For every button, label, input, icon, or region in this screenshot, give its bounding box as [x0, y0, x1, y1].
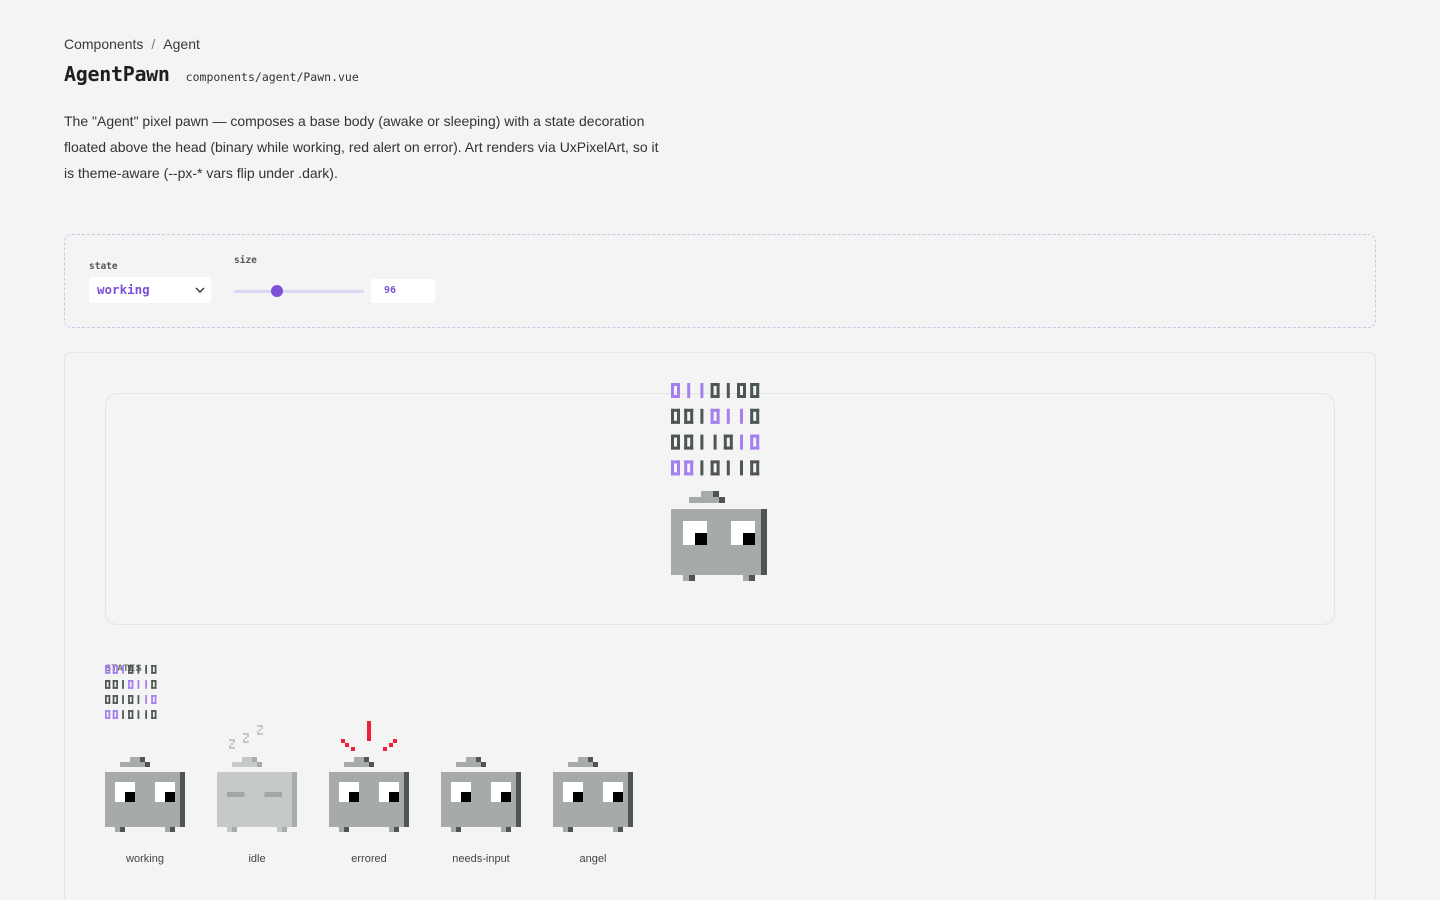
showcase-panel: STATES working idle errored needs-input … [64, 352, 1376, 900]
breadcrumb-item-components[interactable]: Components [64, 36, 143, 52]
breadcrumb-separator: / [151, 36, 156, 52]
pawn-idle [217, 723, 301, 853]
pawn-angel [553, 755, 637, 845]
state-caption-errored: errored [351, 853, 387, 865]
size-slider-thumb[interactable] [270, 285, 283, 297]
page-description: The "Agent" pixel pawn — composes a base… [64, 113, 659, 181]
preview-pawn [671, 383, 771, 593]
size-slider[interactable] [234, 285, 364, 297]
state-caption-working: working [126, 853, 164, 865]
pawn-working [105, 663, 189, 853]
state-caption-angel: angel [579, 853, 607, 865]
controls-panel: state working size 96 [64, 234, 1376, 328]
pawn-errored [329, 721, 413, 851]
title-row: AgentPawn components/agent/Pawn.vue [64, 62, 359, 86]
state-caption-needs-input: needs-input [452, 853, 510, 865]
state-select-value: working [97, 282, 150, 297]
pawn-needs-input [441, 755, 525, 845]
state-select[interactable]: working [89, 277, 211, 303]
size-slider-track[interactable] [234, 290, 364, 293]
breadcrumb: Components / Agent [64, 36, 200, 52]
size-input[interactable]: 96 [371, 279, 435, 303]
size-label: size [234, 255, 257, 266]
chevron-down-icon [195, 287, 205, 293]
state-label: state [89, 261, 118, 272]
breadcrumb-item-agent: Agent [163, 36, 200, 52]
file-path: components/agent/Pawn.vue [185, 70, 359, 84]
page-title: AgentPawn [64, 62, 170, 86]
state-caption-idle: idle [248, 853, 266, 865]
